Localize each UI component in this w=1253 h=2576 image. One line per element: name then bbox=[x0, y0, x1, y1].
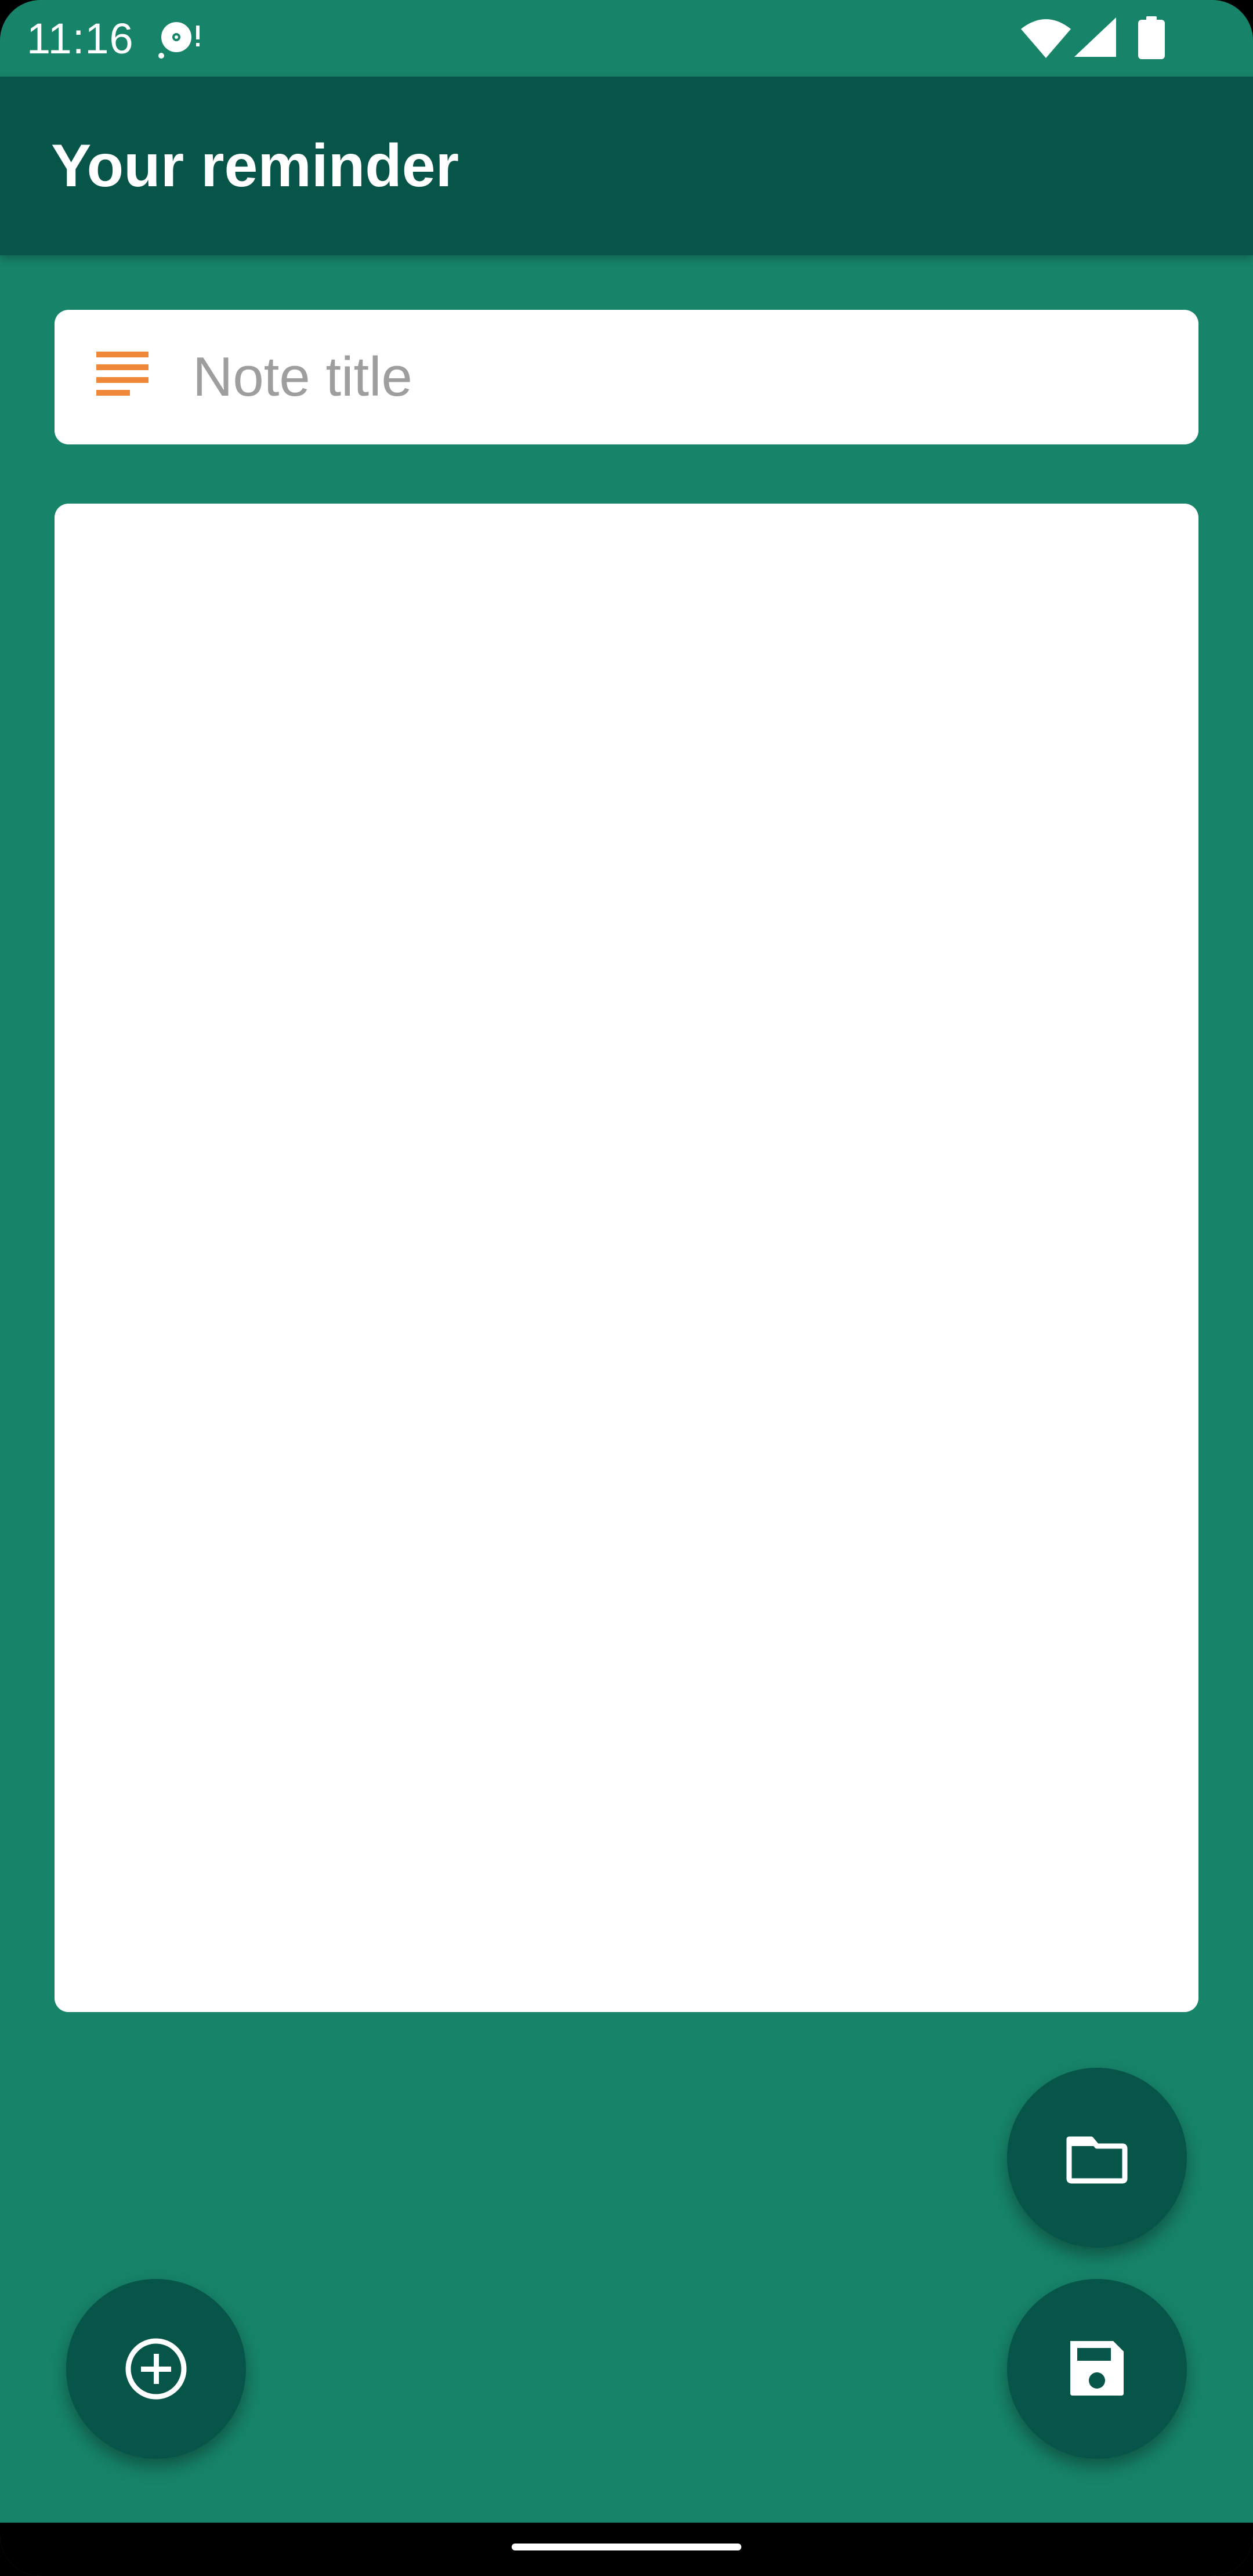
home-gesture-handle[interactable] bbox=[512, 2544, 741, 2550]
status-time: 11:16 bbox=[27, 15, 134, 63]
note-body-field[interactable] bbox=[55, 504, 1198, 2012]
app-title: Your reminder bbox=[51, 132, 459, 200]
open-folder-button[interactable] bbox=[1007, 2068, 1187, 2248]
save-button[interactable] bbox=[1007, 2279, 1187, 2459]
battery-icon bbox=[1138, 16, 1165, 59]
note-title-field[interactable] bbox=[55, 310, 1198, 444]
add-note-button[interactable] bbox=[66, 2279, 246, 2459]
signal-icon bbox=[1074, 17, 1116, 57]
app-bar: Your reminder bbox=[0, 77, 1253, 255]
screen: 11:16 Your reminder bbox=[0, 0, 1253, 2576]
folder-icon bbox=[1066, 2136, 1128, 2184]
disc-icon bbox=[158, 22, 200, 59]
status-bar: 11:16 bbox=[0, 0, 1253, 77]
note-title-input[interactable] bbox=[193, 339, 1167, 415]
navigation-bar bbox=[0, 2523, 1253, 2576]
save-icon bbox=[1070, 2341, 1124, 2396]
add-circle-icon bbox=[125, 2338, 187, 2400]
note-body-input[interactable] bbox=[55, 504, 1198, 2012]
notes-lines-icon bbox=[96, 352, 149, 396]
wifi-icon bbox=[1021, 19, 1071, 58]
